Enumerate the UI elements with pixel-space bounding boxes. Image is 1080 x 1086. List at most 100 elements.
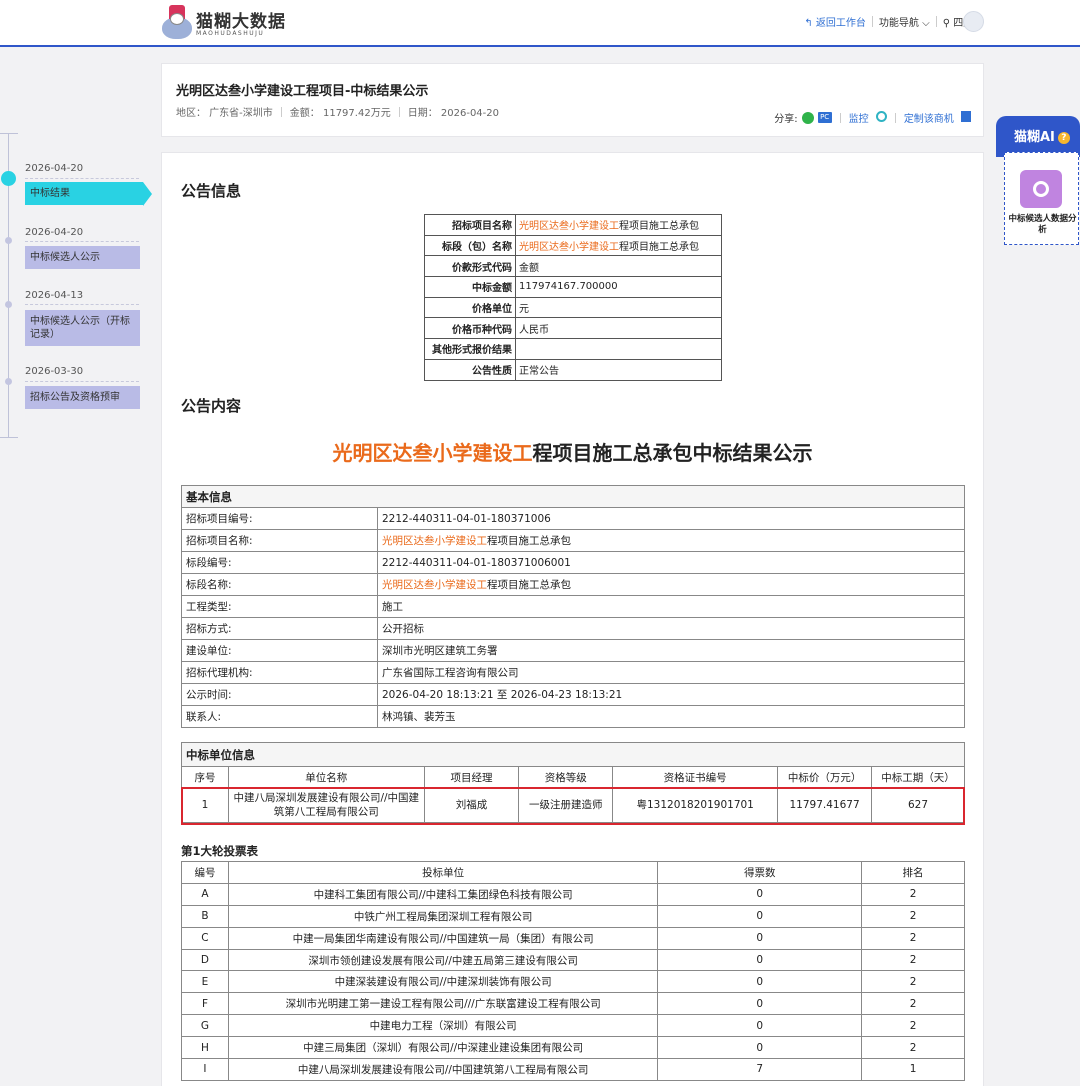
timeline-item-tender-notice[interactable]: 招标公告及资格预审 bbox=[25, 386, 140, 409]
timeline-dot bbox=[5, 237, 12, 244]
vote-unit: 中铁广州工程局集团深圳工程有限公司 bbox=[227, 904, 659, 928]
basic-info-value: 2212-440311-04-01-180371006001 bbox=[377, 551, 965, 574]
timeline-item-candidates[interactable]: 中标候选人公示 bbox=[25, 246, 140, 269]
vote-unit: 中建电力工程（深圳）有限公司 bbox=[227, 1014, 659, 1038]
table-row: E 中建深装建设有限公司//中建深圳装饰有限公司 0 2 bbox=[181, 970, 965, 994]
basic-info-key: 联系人: bbox=[181, 705, 378, 728]
winner-info-table: 中标单位信息 序号 单位名称 项目经理 资格等级 资格证书编号 中标价（万元） 中标工期（天… bbox=[181, 742, 965, 823]
vote-votes: 0 bbox=[657, 904, 863, 928]
vote-unit: 深圳市光明建工第一建设工程有限公司///广东联富建设工程有限公司 bbox=[227, 992, 659, 1016]
function-nav-menu[interactable]: 功能导航 ⌵ bbox=[879, 14, 930, 29]
avatar[interactable] bbox=[963, 11, 984, 32]
column-header: 投标单位 bbox=[227, 861, 659, 884]
info-key: 价格币种代码 bbox=[424, 317, 516, 340]
notice-content-card: 公告信息 招标项目名称 光明区达叁小学建设工程项目施工总承包 标段（包）名称 光明区达… bbox=[161, 152, 984, 1086]
table-row: 招标项目编号: 2212-440311-04-01-180371006 bbox=[181, 507, 965, 530]
back-arrow-icon: ↰ bbox=[804, 18, 813, 29]
cell-text: 程项目施工总承包 bbox=[487, 579, 571, 591]
vote-rank: 2 bbox=[861, 948, 965, 972]
vote-id: F bbox=[181, 992, 229, 1016]
basic-info-key: 标段编号: bbox=[181, 551, 378, 574]
table-row: A 中建科工集团有限公司//中建科工集团绿色科技有限公司 0 2 bbox=[181, 882, 965, 906]
winner-level: 一级注册建造师 bbox=[518, 787, 614, 823]
vote-votes: 0 bbox=[657, 1036, 863, 1060]
monitor-button[interactable]: 监控 bbox=[849, 110, 887, 125]
cell-text: 117974167.700000 bbox=[519, 281, 618, 293]
timeline-item-result[interactable]: 中标结果 bbox=[25, 182, 152, 206]
basic-info-value: 施工 bbox=[377, 595, 965, 618]
monitor-icon bbox=[875, 111, 887, 122]
column-header: 项目经理 bbox=[423, 766, 520, 788]
cell-text: 广东省国际工程咨询有限公司 bbox=[382, 667, 519, 679]
basic-info-value: 公开招标 bbox=[377, 617, 965, 640]
notice-header-card: 光明区达叁小学建设工程项目-中标结果公示 地区： 广东省-深圳市 金额： 117… bbox=[161, 63, 984, 137]
vote-rank: 2 bbox=[861, 904, 965, 928]
content-title: 光明区达叁小学建设工程项目施工总承包中标结果公示 bbox=[332, 441, 813, 465]
notice-amount: 金额： 11797.42万元 bbox=[289, 108, 391, 119]
highlighted-keyword: 光明区达叁小学建设工 bbox=[382, 579, 487, 591]
vote-id: E bbox=[181, 970, 229, 994]
cell-text: 元 bbox=[519, 304, 529, 316]
basic-info-value: 光明区达叁小学建设工程项目施工总承包 bbox=[377, 573, 965, 596]
vote-id: A bbox=[181, 882, 229, 906]
column-header: 资格等级 bbox=[518, 766, 614, 788]
notice-timeline: 2026-04-20 中标结果 2026-04-20 中标候选人公示 2026-… bbox=[0, 133, 160, 438]
cell-text: 程项目施工总承包 bbox=[619, 221, 699, 233]
notice-meta: 地区： 广东省-深圳市 金额： 11797.42万元 日期： 2026-04-2… bbox=[176, 104, 499, 119]
timeline-dot-active bbox=[1, 171, 16, 186]
timeline-item-opening-record[interactable]: 中标候选人公示（开标记录） bbox=[25, 310, 140, 346]
ai-tab[interactable]: 猫糊AI? bbox=[996, 116, 1080, 157]
announcement-info-table: 招标项目名称 光明区达叁小学建设工程项目施工总承包 标段（包）名称 光明区达叁小学建设… bbox=[424, 214, 722, 381]
vote-rank: 2 bbox=[861, 882, 965, 906]
info-value: 元 bbox=[515, 296, 722, 319]
timeline-dot bbox=[5, 301, 12, 308]
table-row: 公示时间: 2026-04-20 18:13:21 至 2026-04-23 18… bbox=[181, 683, 965, 706]
winner-manager: 刘福成 bbox=[423, 787, 520, 823]
timeline-date: 2026-04-20 bbox=[25, 227, 84, 238]
column-header: 序号 bbox=[181, 766, 229, 788]
notice-region: 地区： 广东省-深圳市 bbox=[176, 108, 273, 119]
highlighted-keyword: 光明区达叁小学建设工 bbox=[519, 242, 619, 254]
logo[interactable]: 猫糊大数据 MAOHUDASHUJU bbox=[160, 3, 286, 41]
timeline-date: 2026-04-20 bbox=[25, 163, 84, 174]
cell-text: 2212-440311-04-01-180371006 bbox=[382, 512, 551, 525]
cell-text: 深圳市光明区建筑工务署 bbox=[382, 645, 498, 657]
basic-info-key: 招标项目编号: bbox=[181, 507, 378, 530]
winner-info-header: 中标单位信息 bbox=[181, 742, 965, 767]
pc-icon[interactable]: PC bbox=[817, 112, 832, 123]
table-row: F 深圳市光明建工第一建设工程有限公司///广东联富建设工程有限公司 0 2 bbox=[181, 992, 965, 1016]
customize-opportunity-button[interactable]: 定制该商机 bbox=[904, 110, 971, 125]
column-header: 单位名称 bbox=[227, 766, 425, 788]
cell-text: 2212-440311-04-01-180371006001 bbox=[382, 556, 571, 569]
basic-info-value: 光明区达叁小学建设工程项目施工总承包 bbox=[377, 529, 965, 552]
cell-text: 人民币 bbox=[519, 324, 549, 336]
vote-id: B bbox=[181, 904, 229, 928]
basic-info-key: 公示时间: bbox=[181, 683, 378, 706]
table-row: G 中建电力工程（深圳）有限公司 0 2 bbox=[181, 1014, 965, 1038]
vote-unit: 中建科工集团有限公司//中建科工集团绿色科技有限公司 bbox=[227, 882, 659, 906]
vote-rank: 1 bbox=[861, 1058, 965, 1081]
table-row: 标段（包）名称 光明区达叁小学建设工程项目施工总承包 bbox=[424, 234, 722, 257]
basic-info-value: 2212-440311-04-01-180371006 bbox=[377, 507, 965, 530]
help-icon[interactable]: ? bbox=[1057, 132, 1070, 144]
vote-rank: 2 bbox=[861, 970, 965, 994]
table-row: 联系人: 林鸿镇、裴芳玉 bbox=[181, 705, 965, 728]
cell-text: 金额 bbox=[519, 262, 539, 274]
vote-votes: 0 bbox=[657, 992, 863, 1016]
wechat-icon[interactable] bbox=[801, 111, 814, 124]
table-row: 标段名称: 光明区达叁小学建设工程项目施工总承包 bbox=[181, 573, 965, 596]
back-to-workbench-link[interactable]: ↰ 返回工作台 bbox=[804, 14, 866, 29]
vote-unit: 深圳市领创建设发展有限公司//中建五局第三建设有限公司 bbox=[227, 948, 659, 972]
info-key: 公告性质 bbox=[424, 358, 516, 381]
vote-rank: 2 bbox=[861, 1036, 965, 1060]
cell-text: 程项目施工总承包 bbox=[487, 535, 571, 547]
column-header: 中标价（万元） bbox=[777, 766, 873, 788]
ai-assistant-widget[interactable]: 猫糊AI? 中标候选人数据分析 bbox=[996, 116, 1080, 246]
table-row: I 中建八局深圳发展建设有限公司//中国建筑第八工程局有限公司 7 1 bbox=[181, 1058, 965, 1081]
vote-rank: 2 bbox=[861, 992, 965, 1016]
cell-text: 程项目施工总承包 bbox=[619, 242, 699, 254]
vote-votes: 0 bbox=[657, 948, 863, 972]
table-row: 价款形式代码 金额 bbox=[424, 255, 722, 278]
ai-candidate-analysis-card[interactable]: 中标候选人数据分析 bbox=[1004, 152, 1079, 245]
column-header: 资格证书编号 bbox=[612, 766, 779, 788]
